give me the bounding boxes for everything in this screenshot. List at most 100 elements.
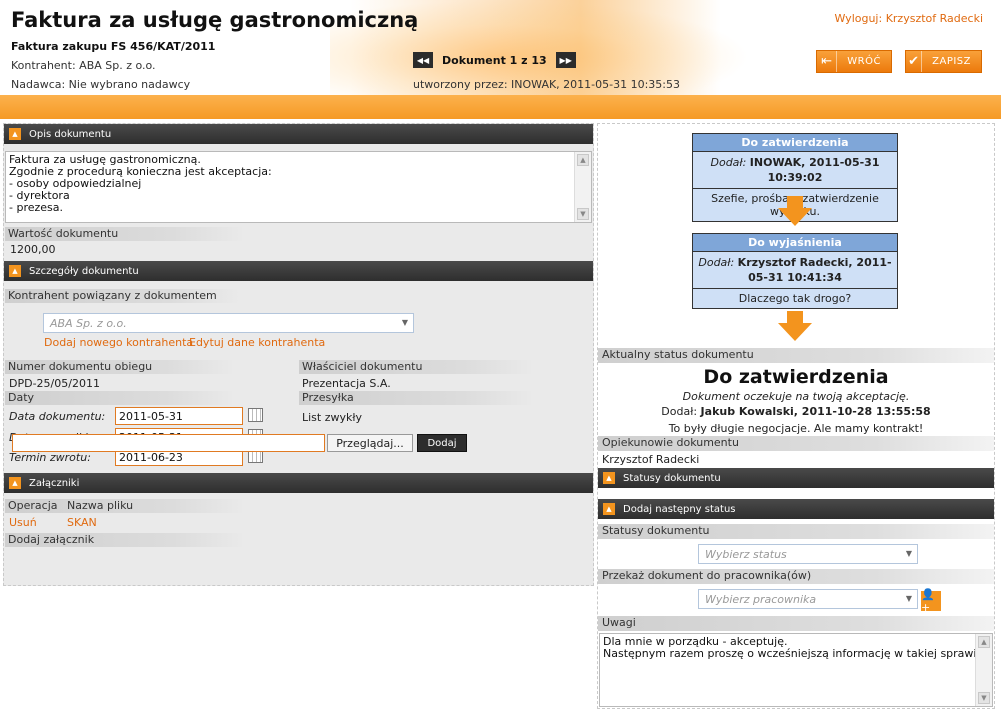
workflow-step-author: Dodał: INOWAK, 2011-05-31 10:39:02 (693, 152, 897, 189)
status-select-value: Wybierz status (705, 548, 787, 561)
section-opis-header[interactable]: ▲ Opis dokumentu (4, 124, 593, 144)
add-attachment-label: Dodaj załącznik (5, 533, 245, 547)
double-right-arrow-icon: ▶▶ (559, 55, 572, 65)
doc-number: DPD-25/05/2011 (9, 377, 100, 390)
section-title: Dodaj następny status (623, 503, 736, 515)
collapse-icon[interactable]: ▲ (603, 472, 615, 484)
edit-contractor-link[interactable]: Edytuj dane kontrahenta (189, 336, 325, 349)
forward-label: Przekaż dokument do pracownika(ów) (598, 569, 994, 584)
save-button-label: ZAPISZ (932, 56, 971, 67)
section-title: Statusy dokumentu (623, 472, 721, 484)
chevron-down-icon: ▼ (905, 594, 912, 603)
pager-text: Dokument 1 z 13 (442, 53, 547, 67)
section-title: Szczegóły dokumentu (29, 265, 139, 277)
dates-label: Daty (5, 391, 235, 405)
owner-label: Właściciel dokumentu (299, 360, 534, 374)
current-status: Do zatwierdzenia (703, 366, 889, 388)
collapse-icon[interactable]: ▲ (9, 265, 21, 277)
document-value: 1200,00 (10, 243, 56, 256)
description-line: - dyrektora (9, 189, 70, 202)
toolbar-bar (0, 95, 1001, 119)
chevron-down-icon: ▼ (401, 318, 408, 327)
file-path-input[interactable] (12, 434, 325, 452)
date-document-input[interactable]: 2011-05-31 (115, 407, 243, 425)
collapse-icon[interactable]: ▲ (9, 128, 21, 140)
shipment-value: List zwykły (302, 411, 363, 424)
added-by: Krzysztof Radecki, 2011-05-31 10:41:34 (737, 256, 892, 284)
attachments-table-header: Operacja Nazwa pliku (5, 499, 245, 513)
attachment-file-link[interactable]: SKAN (67, 516, 97, 529)
collapse-icon[interactable]: ▲ (9, 477, 21, 489)
column-operation: Operacja (8, 499, 58, 512)
scroll-down-icon[interactable]: ▼ (577, 208, 589, 220)
section-add-status-header[interactable]: ▲ Dodaj następny status (598, 499, 994, 519)
chevron-down-icon: ▼ (905, 549, 912, 558)
next-document-button[interactable]: ▶▶ (555, 52, 576, 68)
workflow-step: Do wyjaśnienia Dodał: Krzysztof Radecki,… (692, 233, 898, 309)
scroll-up-icon[interactable]: ▲ (978, 636, 990, 648)
current-status-note: Dokument oczekuje na twoją akceptację. (682, 390, 910, 403)
document-subtitle: Faktura zakupu FS 456/KAT/2011 (11, 40, 216, 53)
section-attachments-header[interactable]: ▲ Załączniki (4, 473, 593, 493)
sender-info: Nadawca: Nie wybrano nadawcy (11, 78, 191, 91)
current-status-comment: To były długie negocjacje. Ale mamy kont… (668, 422, 924, 435)
contractor-select[interactable]: ABA Sp. z o.o. ▼ (43, 313, 414, 333)
value-label: Wartość dokumentu (5, 227, 245, 241)
double-left-arrow-icon: ◀◀ (416, 55, 430, 65)
scrollbar[interactable]: ▲ ▼ (574, 152, 591, 222)
scroll-up-icon[interactable]: ▲ (577, 154, 589, 166)
logout-link[interactable]: Wyloguj: Krzysztof Radecki (835, 12, 984, 25)
section-title: Opis dokumentu (29, 128, 112, 140)
status-select[interactable]: Wybierz status ▼ (698, 544, 918, 564)
add-user-icon: 👤+ (921, 588, 935, 614)
added-by: INOWAK, 2011-05-31 10:39:02 (749, 156, 880, 184)
save-button[interactable]: ✔ ZAPISZ (905, 50, 982, 73)
notes-label: Uwagi (598, 616, 994, 631)
current-status-author: Dodał: Jakub Kowalski, 2011-10-28 13:55:… (598, 405, 994, 418)
prev-document-button[interactable]: ◀◀ (413, 52, 433, 68)
employee-select-value: Wybierz pracownika (705, 593, 817, 606)
down-arrow-icon (778, 311, 812, 341)
contractor-select-value: ABA Sp. z o.o. (50, 317, 127, 330)
date-return-label: Termin zwrotu: (9, 451, 91, 464)
back-arrow-icon: ⇤ (817, 51, 838, 72)
date-document-label: Data dokumentu: (9, 410, 106, 423)
calendar-icon[interactable] (248, 408, 263, 422)
back-button-label: WRÓĆ (847, 56, 881, 67)
section-details-header[interactable]: ▲ Szczegóły dokumentu (4, 261, 593, 281)
check-icon: ✔ (906, 51, 923, 72)
page-title: Faktura za usługę gastronomiczną (11, 8, 419, 32)
contractor-label: Kontrahent powiązany z dokumentem (5, 289, 240, 303)
left-panel: ▲ Opis dokumentu Faktura za usługę gastr… (3, 123, 594, 586)
added-by-prefix: Dodał: (661, 405, 698, 418)
add-user-button[interactable]: 👤+ (921, 588, 941, 614)
scroll-down-icon[interactable]: ▼ (978, 692, 990, 704)
right-panel: Do zatwierdzenia Dodał: INOWAK, 2011-05-… (597, 123, 995, 709)
scrollbar[interactable]: ▲ ▼ (975, 634, 992, 706)
doc-number-label: Numer dokumentu obiegu (5, 360, 235, 374)
column-filename: Nazwa pliku (67, 499, 134, 512)
collapse-icon[interactable]: ▲ (603, 503, 615, 515)
current-status-label: Aktualny status dokumentu (598, 348, 994, 363)
down-arrow-icon (778, 196, 812, 226)
guardian-name: Krzysztof Radecki (602, 453, 700, 466)
section-statuses-header[interactable]: ▲ Statusy dokumentu (598, 468, 994, 488)
delete-attachment-link[interactable]: Usuń (9, 516, 37, 529)
guardians-label: Opiekunowie dokumentu (598, 436, 994, 451)
statuses-label: Statusy dokumentu (598, 524, 994, 539)
added-by: Jakub Kowalski, 2011-10-28 13:55:58 (700, 405, 931, 418)
notes-textarea[interactable]: Dla mnie w porządku - akceptuję. Następn… (599, 633, 993, 707)
description-textarea[interactable]: Faktura za usługę gastronomiczną. Zgodni… (5, 151, 592, 223)
back-button[interactable]: ⇤ WRÓĆ (816, 50, 892, 73)
employee-select[interactable]: Wybierz pracownika ▼ (698, 589, 918, 609)
contractor-info: Kontrahent: ABA Sp. z o.o. (11, 59, 156, 72)
added-by-prefix: Dodał: (698, 256, 735, 269)
description-line: - prezesa. (9, 201, 64, 214)
description-line: - osoby odpowiedzialnej (9, 177, 142, 190)
added-by-prefix: Dodał: (710, 156, 747, 169)
add-attachment-button[interactable]: Dodaj (417, 434, 467, 452)
section-title: Załączniki (29, 477, 80, 489)
browse-button[interactable]: Przeglądaj... (327, 434, 413, 452)
add-contractor-link[interactable]: Dodaj nowego kontrahenta (44, 336, 193, 349)
created-by-info: utworzony przez: INOWAK, 2011-05-31 10:3… (413, 78, 681, 91)
